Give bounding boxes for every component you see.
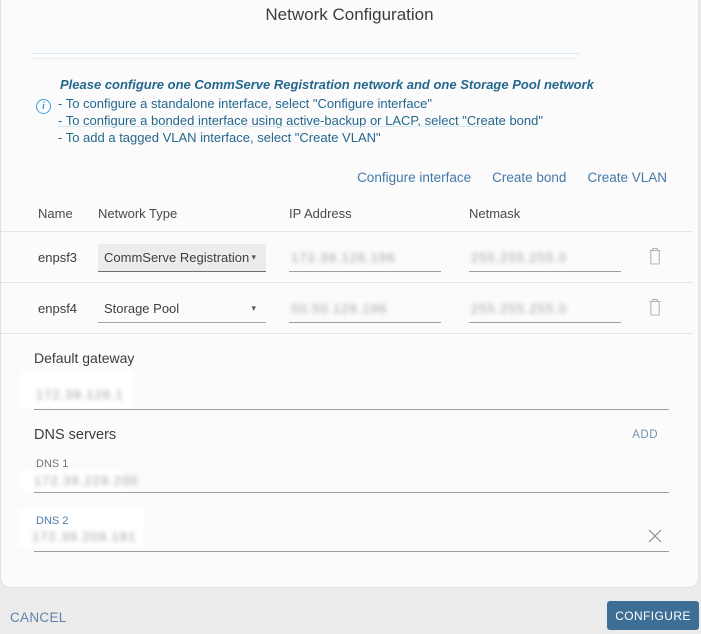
info-headline: Please configure one CommServe Registrat… (58, 76, 618, 93)
remove-dns2-button[interactable] (645, 526, 667, 548)
configure-button[interactable]: CONFIGURE (607, 601, 699, 630)
netmask-input[interactable]: 255.255.255.0 (469, 244, 621, 272)
info-icon: i (36, 99, 51, 114)
input-underline (34, 492, 669, 493)
configure-interface-link[interactable]: Configure interface (357, 170, 471, 185)
column-header-netmask: Netmask (469, 206, 520, 221)
close-icon (645, 526, 665, 546)
network-type-selected-value: CommServe Registration (104, 250, 249, 265)
ip-address-value: 50.50.126.196 (291, 301, 387, 316)
chevron-down-icon: ▾ (251, 303, 256, 314)
divider (32, 53, 579, 54)
trash-icon (647, 298, 663, 317)
dns1-value: 172.39.229.200 (21, 473, 138, 488)
delete-interface-button[interactable] (647, 247, 665, 267)
column-header-name: Name (38, 206, 73, 221)
interface-actions: Configure interface Create bond Create V… (357, 170, 667, 185)
input-underline (34, 551, 669, 552)
add-dns-button[interactable]: ADD (632, 429, 658, 441)
dns2-input[interactable]: DNS 2 172.39.209.181 (19, 509, 143, 547)
info-bullet-vlan: - To add a tagged VLAN interface, select… (58, 129, 618, 146)
dns1-input[interactable]: 172.39.229.200 (21, 470, 124, 491)
column-header-network-type: Network Type (98, 206, 177, 221)
netmask-value: 255.255.255.0 (471, 301, 567, 316)
create-bond-link[interactable]: Create bond (492, 170, 566, 185)
network-type-selected-value: Storage Pool (104, 301, 179, 316)
network-configuration-dialog: Network Configuration i Please configure… (0, 0, 701, 634)
info-bullet-standalone: - To configure a standalone interface, s… (58, 95, 618, 112)
interface-table: enpsf3 CommServe Registration ▾ 172.39.1… (1, 231, 693, 334)
input-underline (34, 409, 669, 410)
delete-interface-button[interactable] (647, 298, 665, 318)
ip-address-input[interactable]: 172.39.126.196 (289, 244, 441, 272)
chevron-down-icon: ▾ (251, 252, 256, 263)
divider (58, 126, 490, 127)
default-gateway-input[interactable]: 172.39.126.1 (21, 371, 133, 408)
network-type-select[interactable]: CommServe Registration ▾ (98, 244, 266, 272)
default-gateway-value: 172.39.126.1 (21, 387, 124, 408)
interface-name: enpsf4 (38, 301, 77, 316)
dns1-label: DNS 1 (36, 458, 68, 470)
ip-address-value: 172.39.126.196 (291, 250, 395, 265)
netmask-input[interactable]: 255.255.255.0 (469, 295, 621, 323)
dns-servers-heading: DNS servers (34, 427, 116, 443)
default-gateway-label: Default gateway (34, 350, 134, 366)
network-type-select[interactable]: Storage Pool ▾ (98, 295, 266, 323)
column-header-ip-address: IP Address (289, 206, 352, 221)
table-row: enpsf4 Storage Pool ▾ 50.50.126.196 255.… (1, 283, 693, 334)
trash-icon (647, 247, 663, 266)
divider (32, 58, 579, 59)
table-row: enpsf3 CommServe Registration ▾ 172.39.1… (1, 232, 693, 283)
dialog-card: Network Configuration i Please configure… (0, 0, 699, 588)
dns2-value: 172.39.209.181 (32, 529, 136, 544)
dns2-label: DNS 2 (36, 515, 68, 527)
info-panel: Please configure one CommServe Registrat… (58, 76, 618, 146)
create-vlan-link[interactable]: Create VLAN (587, 170, 667, 185)
netmask-value: 255.255.255.0 (471, 250, 567, 265)
cancel-button[interactable]: CANCEL (10, 610, 67, 625)
ip-address-input[interactable]: 50.50.126.196 (289, 295, 441, 323)
interface-name: enpsf3 (38, 250, 77, 265)
page-title: Network Configuration (1, 5, 698, 25)
